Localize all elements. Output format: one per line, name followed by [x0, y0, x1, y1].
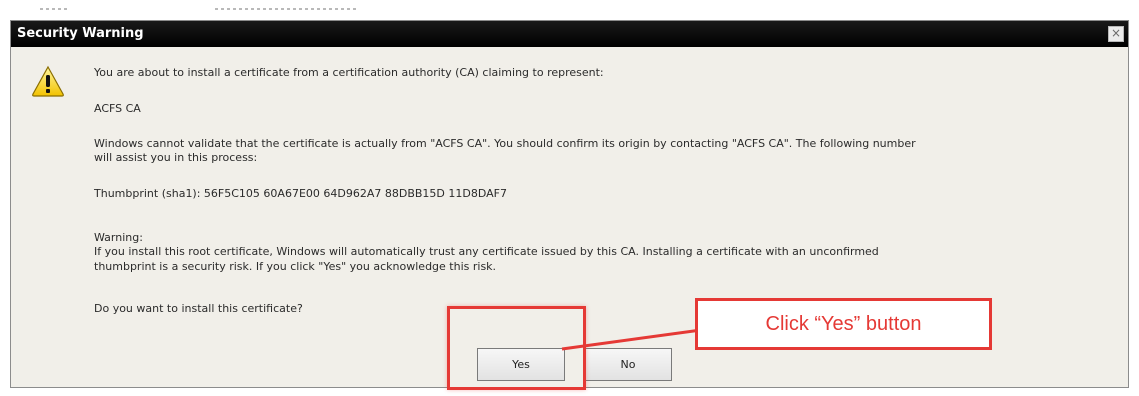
- instruction-callout: Click “Yes” button: [695, 298, 992, 350]
- callout-text: Click “Yes” button: [765, 312, 922, 335]
